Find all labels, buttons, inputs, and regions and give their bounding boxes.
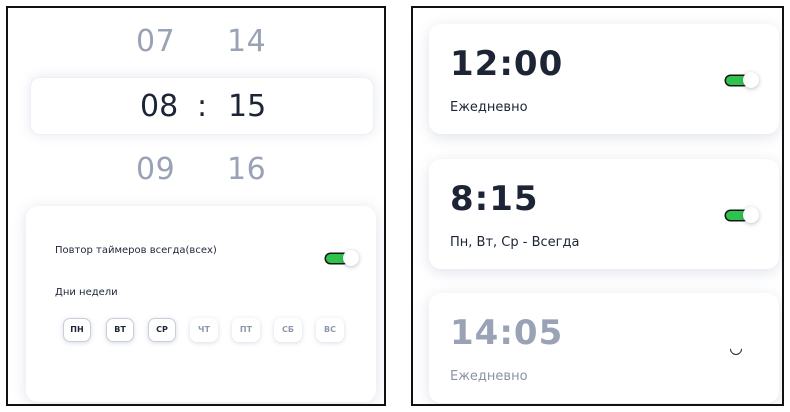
picker-hour[interactable]: 08 [140,89,178,124]
repeat-settings-card: Повтор таймеров всегда(всех) Дни недели … [26,206,376,402]
repeat-all-label: Повтор таймеров всегда(всех) [55,245,217,256]
repeat-all-toggle[interactable] [326,249,360,267]
alarm-card[interactable]: 14:05 Ежедневно [429,293,779,403]
picker-separator: : [197,89,208,124]
picker-selected-row[interactable]: 08 : 15 [30,77,374,135]
alarm-editor-panel: 07 14 08 : 15 09 16 Повтор таймеров всег… [6,6,386,406]
alarm-time: 14:05 [450,313,564,353]
weekday-chip-thu[interactable]: ЧТ [190,318,218,342]
alarm-enable-toggle[interactable] [726,206,760,224]
weekday-chip-sat[interactable]: СБ [274,318,302,342]
alarm-card[interactable]: 8:15 Пн, Вт, Ср - Всегда [429,159,779,269]
weekday-chip-wed[interactable]: СР [148,318,176,342]
alarm-list-panel: 12:00 Ежедневно 8:15 Пн, Вт, Ср - Всегда… [411,6,784,406]
toggle-knob [727,340,745,358]
alarm-card[interactable]: 12:00 Ежедневно [429,24,779,134]
picker-next-minute[interactable]: 16 [227,152,266,187]
alarm-repeat-text: Ежедневно [450,100,528,115]
picker-next-hour[interactable]: 09 [136,152,175,187]
alarm-time: 8:15 [450,179,539,219]
weekday-chip-fri[interactable]: ПТ [232,318,260,342]
alarm-repeat-text: Ежедневно [450,369,528,384]
alarm-repeat-text: Пн, Вт, Ср - Всегда [450,235,580,250]
alarm-enable-toggle[interactable] [726,340,760,358]
toggle-knob [743,207,759,223]
toggle-knob [343,250,359,266]
weekday-chip-tue[interactable]: ВТ [106,318,134,342]
picker-prev-hour[interactable]: 07 [136,24,175,59]
toggle-knob [743,72,759,88]
picker-prev-minute[interactable]: 14 [227,24,266,59]
weekday-chip-mon[interactable]: ПН [63,318,91,342]
weekday-chip-sun[interactable]: ВС [316,318,344,342]
alarm-enable-toggle[interactable] [726,71,760,89]
alarm-time: 12:00 [450,44,564,84]
weekdays-label: Дни недели [55,287,118,298]
picker-minute[interactable]: 15 [228,89,266,124]
